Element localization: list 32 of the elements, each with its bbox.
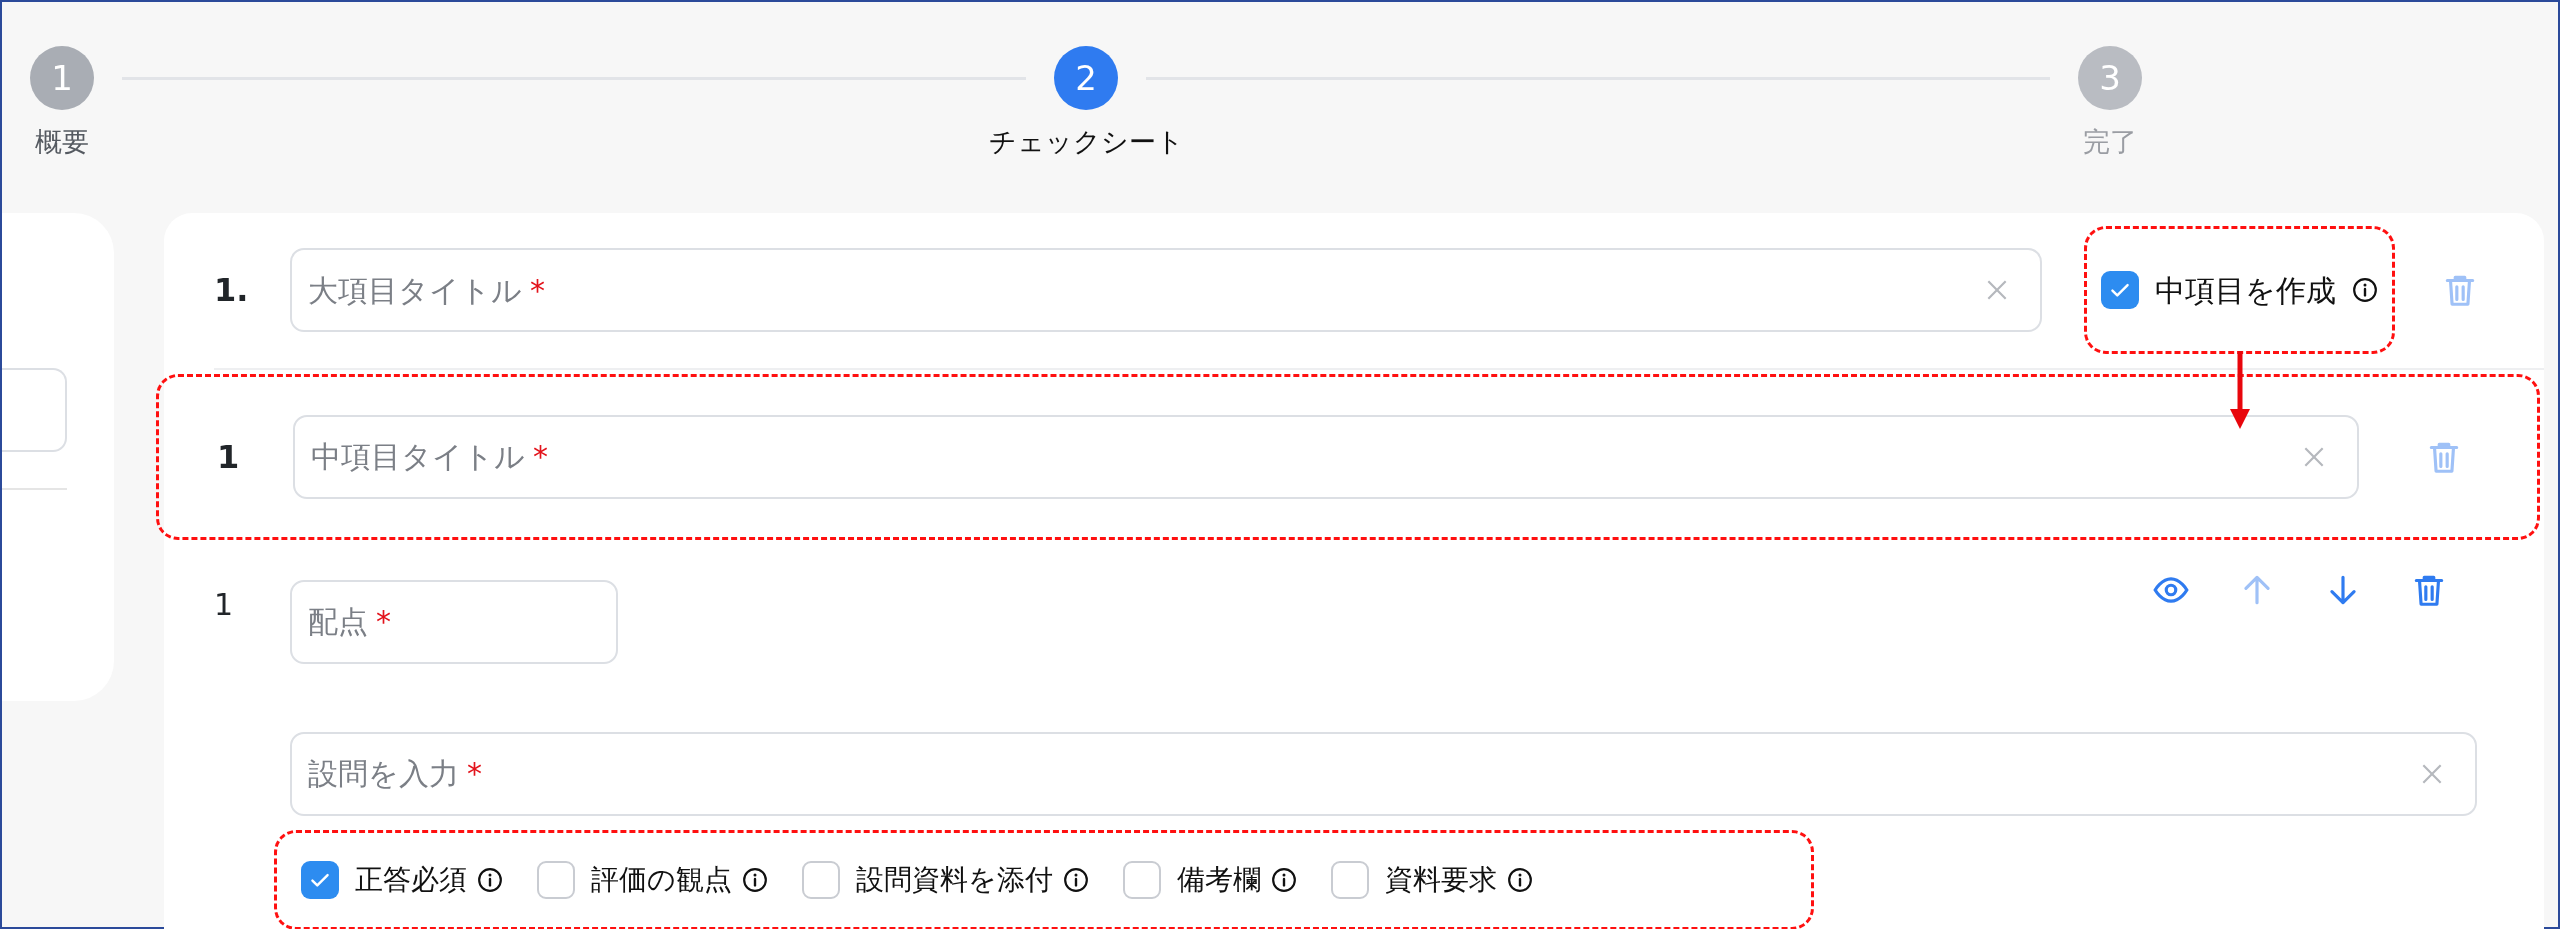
checkbox-label: 資料要求 [1385,861,1497,898]
checkbox-label: 備考欄 [1177,861,1261,898]
checkbox-label: 設問資料を添付 [856,861,1053,898]
checkbox[interactable] [2101,271,2139,309]
checkbox-label: 中項目を作成 [2155,271,2336,310]
info-icon[interactable] [1063,866,1089,893]
checkbox[interactable] [301,860,339,899]
step-number: 2 [1054,46,1118,110]
score-field[interactable]: 配点 * [290,579,618,664]
item-number: 1. [214,270,250,311]
step-label: チェックシート [988,125,1184,159]
step-label: 概要 [35,125,89,159]
checkbox[interactable] [1331,860,1369,899]
info-icon[interactable] [477,866,503,893]
info-icon[interactable] [742,866,768,893]
item-number: 1 [217,436,241,478]
step-number: 1 [30,46,94,110]
checkbox-label: 正答必須 [355,861,467,898]
checkbox-label: 評価の観点 [591,861,732,898]
step-number: 3 [2078,46,2142,110]
step-label: 完了 [2083,125,2137,159]
info-icon[interactable] [1271,866,1297,893]
info-icon[interactable] [2352,277,2378,303]
question-field[interactable]: 設問を入力 * [290,731,2477,816]
checkbox[interactable] [537,860,575,899]
input-field[interactable] [2,367,67,452]
question-number: 1 [214,585,235,624]
checkbox[interactable] [802,860,840,899]
title-field[interactable]: 中項目タイトル * [293,414,2359,499]
title-field[interactable]: 大項目タイトル * [290,248,2042,332]
checkbox[interactable] [1123,860,1161,899]
info-icon[interactable] [1507,866,1533,893]
